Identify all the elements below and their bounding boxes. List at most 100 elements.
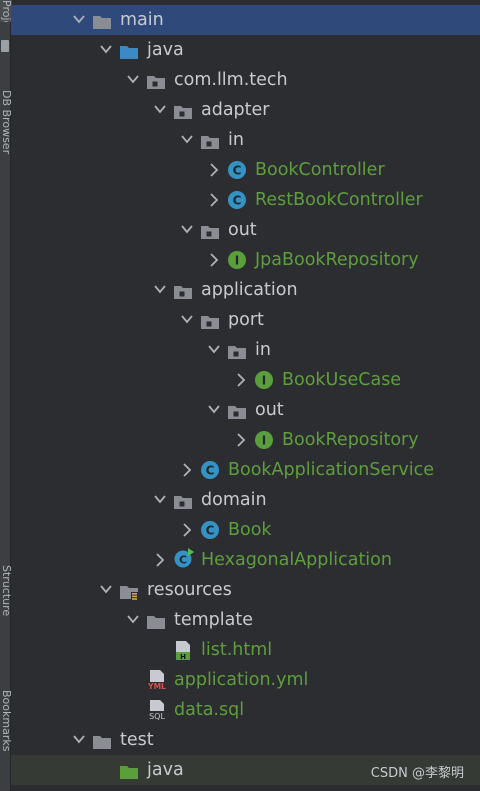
tree-row[interactable]: C RestBookController xyxy=(11,185,480,215)
tree-row[interactable]: resources xyxy=(11,575,480,605)
watermark: CSDN @李黎明 xyxy=(370,766,464,781)
tree-row[interactable]: adapter xyxy=(11,95,480,125)
package-icon xyxy=(173,281,193,299)
chevron-right-icon[interactable] xyxy=(180,455,194,485)
tree-item-label: java xyxy=(147,40,184,60)
sql-file-icon: SQL xyxy=(146,699,167,721)
left-tool-strip: Project DB Browser Structure Bookmarks xyxy=(0,0,12,791)
chevron-down-icon[interactable] xyxy=(180,305,194,335)
tree-item-label: in xyxy=(255,340,271,360)
folder-icon xyxy=(146,611,166,629)
chevron-down-icon[interactable] xyxy=(153,275,167,305)
chevron-down-icon[interactable] xyxy=(207,335,221,365)
tree-item-label: JpaBookRepository xyxy=(255,250,419,270)
tree-item-label: adapter xyxy=(201,100,270,120)
package-icon xyxy=(200,221,220,239)
tree-row[interactable]: C Book xyxy=(11,515,480,545)
tree-row[interactable]: in xyxy=(11,125,480,155)
tree-row[interactable]: domain xyxy=(11,485,480,515)
tree-row[interactable]: application xyxy=(11,275,480,305)
tree-item-label: BookApplicationService xyxy=(228,460,435,480)
package-icon xyxy=(146,71,166,89)
class-icon: C xyxy=(227,160,247,179)
chevron-down-icon[interactable] xyxy=(72,5,86,35)
svg-text:C: C xyxy=(206,464,215,478)
class-icon: C xyxy=(200,460,220,479)
chevron-right-icon[interactable] xyxy=(234,365,248,395)
tree-row[interactable]: out xyxy=(11,395,480,425)
tree-row[interactable]: template xyxy=(11,605,480,635)
chevron-down-icon[interactable] xyxy=(99,575,113,605)
tree-row[interactable]: test xyxy=(11,725,480,755)
package-icon xyxy=(173,491,193,509)
chevron-down-icon[interactable] xyxy=(207,395,221,425)
test-source-folder-icon xyxy=(119,761,139,779)
tree-item-label: out xyxy=(255,400,284,420)
tree-row[interactable]: I BookUseCase xyxy=(11,365,480,395)
project-tree: main java com.llm.tech adapter in C BookContro… xyxy=(11,5,480,785)
tree-item-label: in xyxy=(228,130,244,150)
chevron-down-icon[interactable] xyxy=(153,485,167,515)
tree-row[interactable]: C BookController xyxy=(11,155,480,185)
chevron-right-icon[interactable] xyxy=(153,545,167,575)
package-icon xyxy=(227,341,247,359)
interface-icon: I xyxy=(254,430,274,449)
svg-text:C: C xyxy=(179,553,187,566)
chevron-right-icon[interactable] xyxy=(207,245,221,275)
tree-row[interactable]: Hlist.html xyxy=(11,635,480,665)
chevron-right-icon[interactable] xyxy=(207,185,221,215)
tree-item-label: data.sql xyxy=(174,700,245,720)
package-icon xyxy=(227,401,247,419)
tree-row[interactable]: YML application.yml xyxy=(11,665,480,695)
chevron-down-icon[interactable] xyxy=(180,215,194,245)
tree-row[interactable]: com.llm.tech xyxy=(11,65,480,95)
tree-row[interactable]: C HexagonalApplication xyxy=(11,545,480,575)
svg-text:C: C xyxy=(206,524,215,538)
svg-text:I: I xyxy=(262,434,266,448)
tree-row[interactable]: I JpaBookRepository xyxy=(11,245,480,275)
tree-row[interactable]: C BookApplicationService xyxy=(11,455,480,485)
tree-item-label: Book xyxy=(228,520,272,540)
package-icon xyxy=(173,101,193,119)
tree-row[interactable]: SQL data.sql xyxy=(11,695,480,725)
chevron-down-icon[interactable] xyxy=(153,95,167,125)
svg-text:H: H xyxy=(180,653,186,660)
tree-item-label: BookController xyxy=(255,160,385,180)
source-folder-icon xyxy=(119,41,139,59)
tree-row[interactable]: main xyxy=(11,5,480,35)
class-icon: C xyxy=(227,190,247,209)
chevron-down-icon[interactable] xyxy=(72,725,86,755)
tree-row[interactable]: in xyxy=(11,335,480,365)
chevron-down-icon[interactable] xyxy=(99,35,113,65)
tree-item-label: list.html xyxy=(201,640,273,660)
package-icon xyxy=(200,311,220,329)
chevron-right-icon[interactable] xyxy=(207,155,221,185)
tree-item-label: main xyxy=(120,10,164,30)
interface-icon: I xyxy=(254,370,274,389)
chevron-right-icon[interactable] xyxy=(180,515,194,545)
yml-file-icon: YML xyxy=(146,669,167,691)
svg-text:C: C xyxy=(233,194,242,208)
chevron-down-icon[interactable] xyxy=(126,65,140,95)
class-icon: C xyxy=(200,520,220,539)
tree-item-label: template xyxy=(174,610,253,630)
tree-item-label: RestBookController xyxy=(255,190,423,210)
svg-text:I: I xyxy=(235,254,239,268)
interface-icon: I xyxy=(227,250,247,269)
resources-folder-icon xyxy=(119,581,139,601)
svg-text:YML: YML xyxy=(147,682,166,691)
tree-row[interactable]: out xyxy=(11,215,480,245)
project-pin-icon xyxy=(1,40,9,52)
tree-item-label: BookUseCase xyxy=(282,370,402,390)
folder-icon xyxy=(92,11,112,29)
package-icon xyxy=(200,131,220,149)
chevron-down-icon[interactable] xyxy=(180,125,194,155)
tree-item-label: test xyxy=(120,730,154,750)
tree-row[interactable]: port xyxy=(11,305,480,335)
tree-row[interactable]: java xyxy=(11,35,480,65)
chevron-down-icon[interactable] xyxy=(126,605,140,635)
tree-row[interactable]: I BookRepository xyxy=(11,425,480,455)
chevron-right-icon[interactable] xyxy=(234,425,248,455)
tree-item-label: BookRepository xyxy=(282,430,419,450)
tree-item-label: HexagonalApplication xyxy=(201,550,392,570)
